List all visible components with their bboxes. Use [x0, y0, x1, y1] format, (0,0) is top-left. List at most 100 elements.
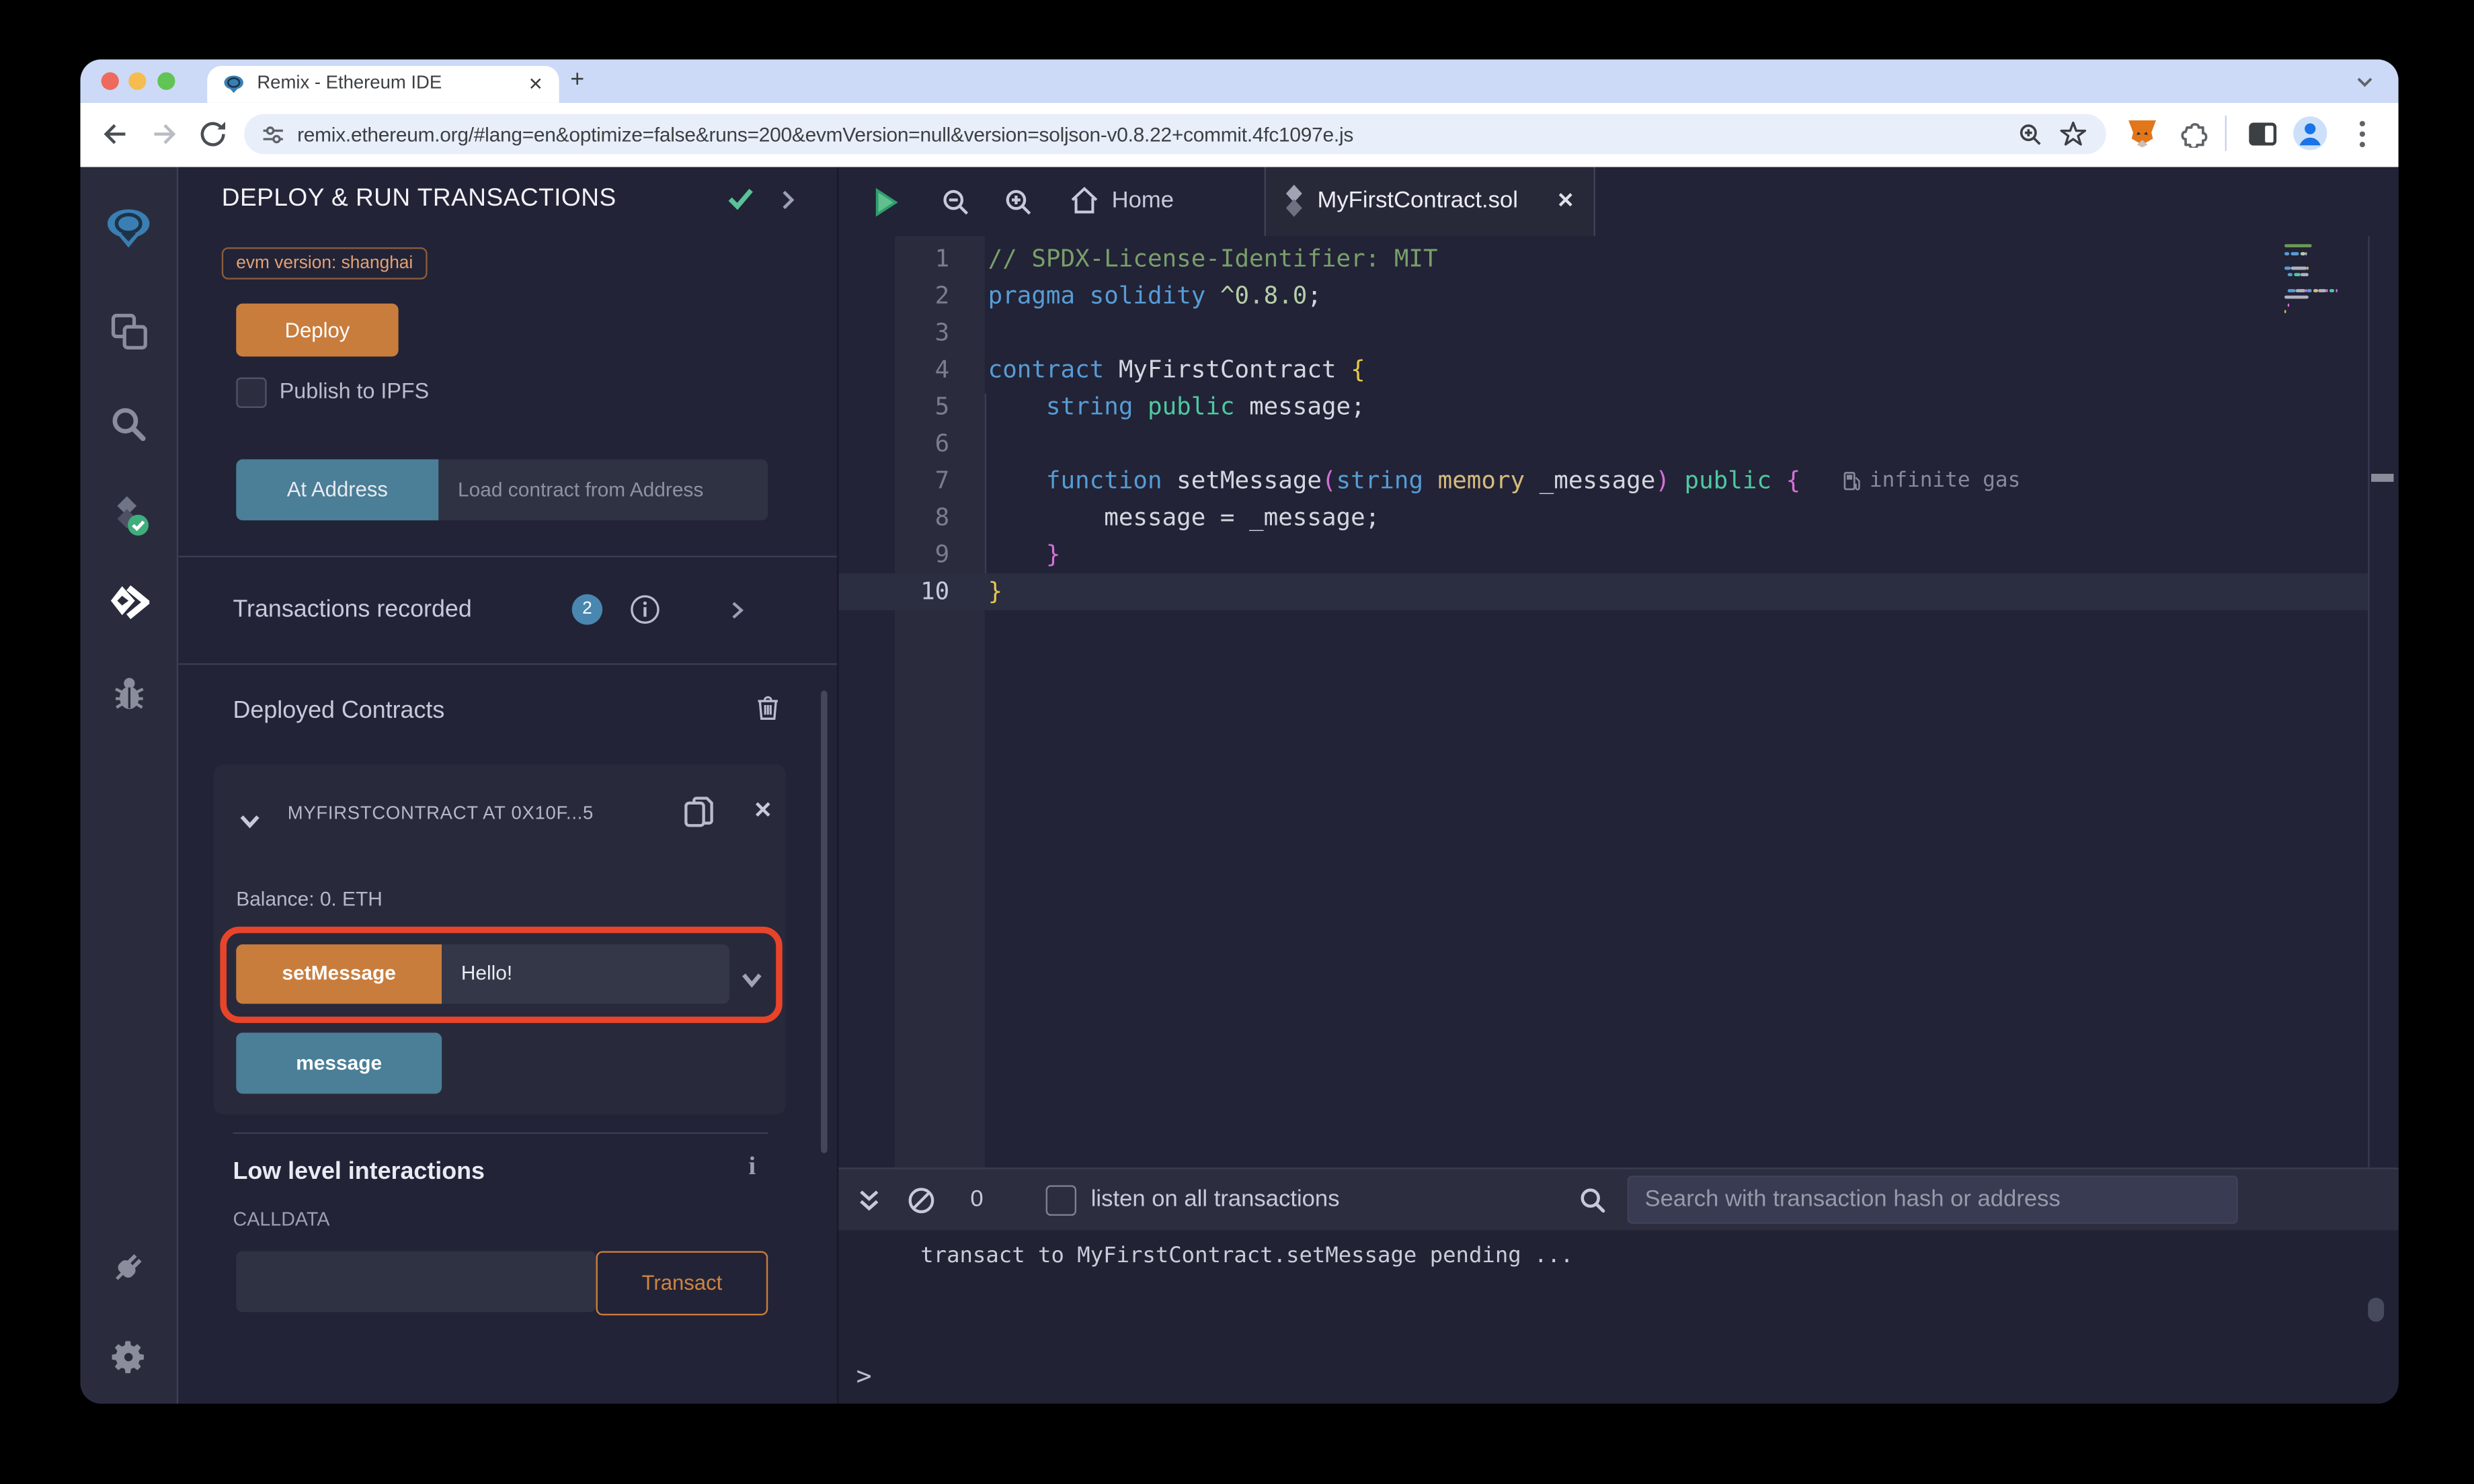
expand-args-chevron-icon[interactable]: [741, 966, 763, 995]
clear-console-icon[interactable]: [908, 1186, 935, 1214]
search-icon[interactable]: [106, 401, 151, 446]
line-number: 10: [920, 576, 950, 606]
code-line-3[interactable]: 3: [838, 315, 2368, 352]
tab-title: Remix - Ethereum IDE: [257, 74, 442, 94]
window-minimize-button[interactable]: [128, 72, 147, 90]
metamask-extension-icon[interactable]: [2127, 119, 2157, 156]
set-message-input[interactable]: [442, 943, 729, 1003]
code-line-2[interactable]: 2 pragma solidity ^0.8.0;: [838, 278, 2368, 315]
low-level-info-icon[interactable]: i: [749, 1153, 756, 1182]
panel-scrollbar[interactable]: [821, 690, 828, 1153]
browser-tab-strip: Remix - Ethereum IDE ✕ +: [80, 59, 2399, 103]
plugin-manager-icon[interactable]: [106, 1244, 151, 1289]
transact-button[interactable]: Transact: [596, 1250, 768, 1315]
tab-file-active[interactable]: MyFirstContract.sol ✕: [1264, 166, 1595, 237]
code-lines: 1// SPDX-License-Identifier: MIT 2 pragma …: [838, 241, 2368, 611]
at-address-button[interactable]: At Address: [236, 458, 439, 520]
side-panel-icon[interactable]: [2247, 120, 2278, 156]
line-number: 7: [934, 465, 950, 495]
editor-minimap[interactable]: [2284, 244, 2368, 318]
code-line-1[interactable]: 1// SPDX-License-Identifier: MIT: [838, 241, 2368, 278]
deployed-contracts-title: Deployed Contracts: [233, 696, 445, 724]
calldata-input[interactable]: [236, 1250, 596, 1312]
transactions-info-icon[interactable]: [630, 593, 660, 632]
settings-gear-icon[interactable]: [106, 1334, 151, 1379]
run-script-play-icon[interactable]: [874, 187, 898, 224]
debugger-bug-icon[interactable]: [106, 671, 151, 716]
listen-transactions-checkbox[interactable]: [1045, 1184, 1077, 1215]
forward-icon[interactable]: [149, 119, 179, 157]
file-tab-label: MyFirstContract.sol: [1317, 188, 1518, 214]
terminal: 0 listen on all transactions transact to…: [838, 1167, 2399, 1404]
line-number: 5: [934, 392, 950, 421]
zoom-out-icon[interactable]: [941, 187, 970, 224]
section-divider: [233, 1131, 768, 1133]
listen-transactions-label: listen on all transactions: [1090, 1186, 1340, 1213]
section-divider: [178, 554, 837, 556]
solidity-compiler-icon[interactable]: [106, 492, 151, 537]
collapse-terminal-icon[interactable]: [858, 1188, 880, 1212]
deploy-run-icon[interactable]: [106, 581, 151, 626]
browser-tab[interactable]: Remix - Ethereum IDE ✕: [207, 65, 559, 103]
solidity-file-icon: [1283, 185, 1304, 218]
home-icon: [1071, 186, 1098, 213]
gas-pump-icon: [1843, 472, 1860, 491]
at-address-input[interactable]: [438, 458, 768, 520]
evm-version-badge: evm version: shanghai: [221, 246, 428, 279]
extensions-puzzle-icon[interactable]: [2178, 119, 2208, 156]
message-button[interactable]: message: [236, 1032, 442, 1094]
section-divider: [178, 662, 837, 665]
code-line-6[interactable]: 6: [838, 425, 2368, 462]
set-message-button[interactable]: setMessage: [236, 943, 442, 1003]
code-line-8[interactable]: 8 message = _message;: [838, 499, 2368, 536]
remix-app: DEPLOY & RUN TRANSACTIONS evm version: s…: [80, 166, 2399, 1404]
deployed-contract-card: MYFIRSTCONTRACT AT 0X10F...5 ✕ Balance: …: [213, 764, 786, 1114]
url-bar[interactable]: remix.ethereum.org/#lang=en&optimize=fal…: [244, 114, 2106, 155]
file-explorer-icon[interactable]: [106, 309, 151, 354]
new-tab-button[interactable]: +: [570, 66, 584, 93]
deploy-button[interactable]: Deploy: [236, 302, 399, 356]
code-line-10[interactable]: 10}: [838, 573, 2368, 611]
panel-collapse-chevron-icon[interactable]: [781, 189, 795, 218]
delete-contracts-trash-icon[interactable]: [757, 693, 779, 729]
tab-close-icon[interactable]: ✕: [528, 73, 543, 95]
tab-search-chevron-icon[interactable]: [2355, 71, 2375, 99]
reload-icon[interactable]: [198, 119, 228, 157]
zoom-page-icon[interactable]: [2018, 121, 2043, 147]
code-editor[interactable]: 1// SPDX-License-Identifier: MIT 2 pragma …: [838, 236, 2398, 1168]
low-level-title: Low level interactions: [233, 1157, 485, 1185]
remove-contract-icon[interactable]: ✕: [754, 796, 772, 823]
line-number: 3: [934, 318, 950, 347]
terminal-search-input[interactable]: [1627, 1176, 2238, 1224]
url-text: remix.ethereum.org/#lang=en&optimize=fal…: [297, 122, 1354, 146]
terminal-scrollbar-thumb[interactable]: [2368, 1297, 2385, 1322]
screenshot-canvas: Remix - Ethereum IDE ✕ + remix.ethereum.…: [0, 0, 2474, 1484]
code-line-5[interactable]: 5 string public message;: [838, 388, 2368, 425]
terminal-prompt[interactable]: >: [856, 1360, 872, 1391]
transactions-recorded-label: Transactions recorded: [233, 595, 472, 622]
window-zoom-button[interactable]: [156, 72, 175, 90]
tab-home[interactable]: Home: [1068, 184, 1174, 216]
back-icon[interactable]: [99, 119, 130, 157]
code-line-4[interactable]: 4 contract MyFirstContract {: [838, 352, 2368, 388]
zoom-in-icon[interactable]: [1004, 187, 1033, 224]
remix-logo-icon[interactable]: [106, 205, 151, 250]
close-file-tab-icon[interactable]: ✕: [1557, 188, 1574, 214]
code-line-7[interactable]: 7 function setMessage(string memory _mes…: [838, 462, 2368, 499]
profile-avatar[interactable]: [2292, 116, 2328, 159]
bookmark-star-icon[interactable]: [2059, 120, 2087, 148]
window-close-button[interactable]: [100, 72, 118, 90]
line-number: 9: [934, 539, 950, 569]
browser-menu-icon[interactable]: [2358, 119, 2366, 157]
contract-collapse-chevron-icon[interactable]: [239, 807, 260, 836]
overview-ruler-marker: [2370, 473, 2393, 482]
calldata-label: CALLDATA: [233, 1206, 330, 1230]
publish-ipfs-checkbox[interactable]: [236, 376, 267, 407]
browser-toolbar: remix.ethereum.org/#lang=en&optimize=fal…: [80, 102, 2399, 167]
code-line-9[interactable]: 9 }: [838, 536, 2368, 573]
transactions-expand-chevron-icon[interactable]: [731, 598, 744, 627]
contract-header[interactable]: MYFIRSTCONTRACT AT 0X10F...5: [288, 804, 594, 823]
copy-address-icon[interactable]: [683, 794, 715, 838]
site-settings-icon[interactable]: [262, 123, 284, 145]
icon-rail: [80, 166, 179, 1404]
